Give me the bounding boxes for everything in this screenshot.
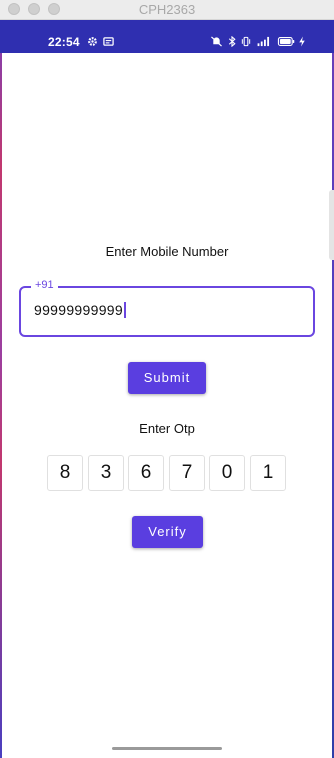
window-title: CPH2363 [138,2,196,17]
vibrate-icon [240,36,252,48]
notification-icon [103,36,114,48]
otp-digit-box-1[interactable]: 8 [47,455,83,491]
otp-label: Enter Otp [139,421,195,436]
text-cursor [123,302,126,318]
app-window: CPH2363 22:54 Enter Mobile Number +91 99… [0,0,334,758]
battery-icon [277,36,296,48]
mobile-number-value: 99999999999 [34,302,123,318]
home-indicator[interactable] [112,747,222,750]
mobile-number-input[interactable]: 99999999999 [34,302,126,318]
charging-icon [298,36,306,48]
status-bar: 22:54 [0,20,334,53]
bluetooth-icon [228,36,236,48]
otp-digit-box-4[interactable]: 7 [169,455,205,491]
otp-digit-box-6[interactable]: 1 [250,455,286,491]
mobile-number-label: Enter Mobile Number [105,244,229,259]
country-code-label: +91 [31,279,58,291]
otp-digit-box-3[interactable]: 6 [128,455,164,491]
mobile-number-field[interactable]: +91 99999999999 [19,279,315,337]
verify-button[interactable]: Verify [132,516,203,548]
status-time: 22:54 [48,35,80,49]
gear-icon [87,36,98,48]
otp-digit-box-2[interactable]: 3 [88,455,124,491]
window-title-bar: CPH2363 [0,0,334,20]
submit-button[interactable]: Submit [128,362,206,394]
device-edge-left [0,20,2,758]
mute-alarm-icon [210,36,223,48]
signal-icon [256,36,272,48]
otp-digit-box-5[interactable]: 0 [209,455,245,491]
